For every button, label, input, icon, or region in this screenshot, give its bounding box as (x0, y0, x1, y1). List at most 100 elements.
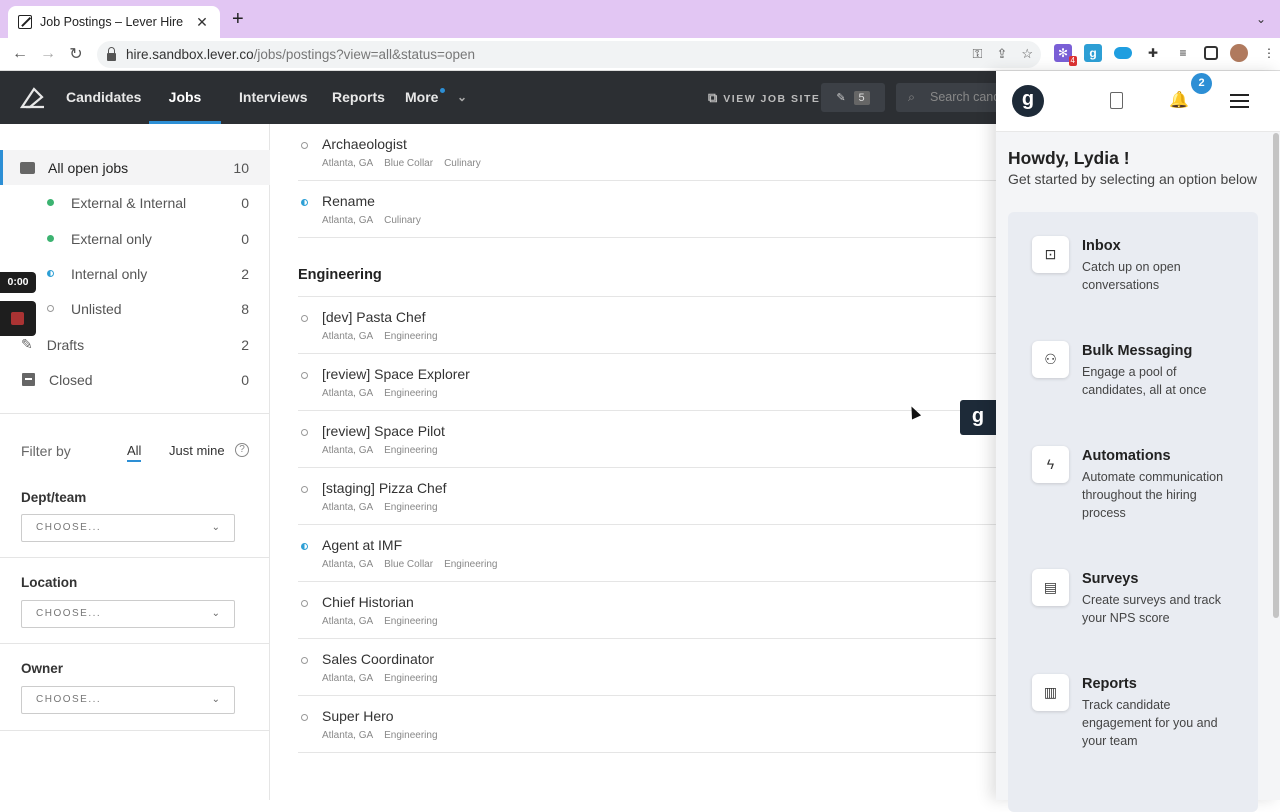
greeting-title: Howdy, Lydia ! (1008, 148, 1130, 168)
status-dot (47, 270, 54, 277)
job-title[interactable]: Archaeologist (322, 136, 407, 152)
sidebar-item-label: Internal only (71, 265, 148, 282)
clipboard-icon[interactable] (1110, 92, 1123, 109)
tab-search-chevron-icon[interactable]: ⌄ (1256, 12, 1266, 26)
job-tag: Atlanta, GA (322, 445, 374, 456)
job-title[interactable]: Chief Historian (322, 594, 414, 610)
filter-just-mine-tab[interactable]: Just mine (169, 443, 225, 458)
job-title[interactable]: Sales Coordinator (322, 651, 434, 667)
job-title[interactable]: Super Hero (322, 708, 394, 724)
option-card-inbox[interactable]: ⊡ Inbox Catch up on open conversations (1032, 236, 1252, 316)
job-title[interactable]: Agent at IMF (322, 537, 402, 553)
job-tag: Engineering (384, 502, 438, 513)
salesforce-icon[interactable] (1114, 47, 1132, 59)
sidebar-item-drafts[interactable]: ✎ Drafts 2 (0, 327, 270, 362)
hamburger-menu-icon[interactable] (1230, 94, 1249, 108)
job-tags: Atlanta, GA Engineering (322, 616, 438, 627)
select-value: CHOOSE... (36, 522, 102, 533)
bell-icon[interactable]: 🔔 (1169, 90, 1189, 110)
dept-team-select[interactable]: CHOOSE... ⌄ (21, 514, 235, 542)
drafts-button[interactable]: ✎ 5 (821, 83, 885, 112)
nav-interviews[interactable]: Interviews (239, 71, 307, 124)
option-card-reports[interactable]: ▥ Reports Track candidate engagement for… (1032, 674, 1252, 764)
sidebar-item-all-open-jobs[interactable]: All open jobs 10 (0, 150, 270, 185)
browser-tab-strip: Job Postings – Lever Hire ✕ + ⌄ (0, 0, 1280, 38)
group-heading: Engineering (298, 267, 382, 283)
g-logo-icon[interactable]: g (1012, 85, 1044, 117)
job-posting-row[interactable]: [review] Space Pilot Atlanta, GA Engineer… (298, 411, 996, 468)
nav-more[interactable]: More (405, 71, 438, 124)
share-icon[interactable]: ⇪ (996, 46, 1007, 62)
nav-candidates[interactable]: Candidates (66, 71, 141, 124)
job-title[interactable]: Rename (322, 193, 375, 209)
option-card-surveys[interactable]: ▤ Surveys Create surveys and track your … (1032, 569, 1252, 649)
job-tag: Blue Collar (384, 559, 434, 570)
option-card-automations[interactable]: ϟ Automations Automate communication thr… (1032, 446, 1252, 536)
sidebar-item-closed[interactable]: Closed 0 (0, 362, 270, 397)
browser-menu-icon[interactable]: ⋮ (1260, 44, 1278, 62)
browser-tab[interactable]: Job Postings – Lever Hire ✕ (8, 6, 220, 38)
job-title[interactable]: [review] Space Pilot (322, 423, 445, 439)
more-chevron-icon[interactable]: ⌄ (457, 71, 467, 124)
pencil-icon: ✎ (836, 92, 846, 104)
side-panel-icon[interactable] (1204, 46, 1218, 60)
location-select[interactable]: CHOOSE... ⌄ (21, 600, 235, 628)
internal-status-icon (301, 543, 308, 550)
job-posting-row[interactable]: [dev] Pasta Chef Atlanta, GA Engineering (298, 297, 996, 354)
option-description: Catch up on open conversations (1082, 260, 1181, 292)
address-bar[interactable]: hire.sandbox.lever.co/jobs/postings?view… (97, 41, 1041, 68)
job-posting-row[interactable]: Archaeologist Atlanta, GA Blue Collar Cu… (298, 124, 996, 181)
unlisted-status-icon (301, 486, 308, 493)
puzzle-icon[interactable]: ✚ (1144, 44, 1162, 62)
extension-icon[interactable]: ✻ 4 (1054, 44, 1077, 66)
sidebar-item-internal-only[interactable]: Internal only 2 (0, 256, 270, 291)
job-postings-list: Archaeologist Atlanta, GA Blue Collar Cu… (271, 124, 996, 800)
job-title[interactable]: [staging] Pizza Chef (322, 480, 447, 496)
job-posting-row[interactable]: Rename Atlanta, GA Culinary (298, 181, 996, 238)
option-card-bulk-messaging[interactable]: ⚇ Bulk Messaging Engage a pool of candid… (1032, 341, 1252, 421)
close-tab-icon[interactable]: ✕ (194, 14, 210, 31)
filter-by-label: Filter by (21, 443, 71, 459)
g-extension-icon[interactable]: g (1084, 44, 1102, 62)
reading-list-icon[interactable]: ≡ (1174, 44, 1192, 62)
stop-recording-button[interactable] (0, 301, 36, 336)
job-tags: Atlanta, GA Blue Collar Culinary (322, 158, 481, 169)
sidebar-item-external-only[interactable]: External only 0 (0, 221, 270, 256)
job-posting-row[interactable]: Chief Historian Atlanta, GA Engineering (298, 582, 996, 639)
help-icon[interactable]: ? (235, 443, 249, 457)
job-title[interactable]: [dev] Pasta Chef (322, 309, 426, 325)
job-posting-row[interactable]: Sales Coordinator Atlanta, GA Engineering (298, 639, 996, 696)
pencil-icon: ✎ (21, 336, 33, 352)
sidebar-item-external-internal[interactable]: External & Internal 0 (0, 185, 270, 220)
job-tag: Atlanta, GA (322, 673, 374, 684)
panel-scrollbar[interactable] (1273, 133, 1279, 618)
job-tags: Atlanta, GA Engineering (322, 445, 438, 456)
nav-jobs[interactable]: Jobs (149, 71, 221, 124)
option-description: Automate communication throughout the hi… (1082, 470, 1224, 520)
view-job-site-link[interactable]: ⧉ VIEW JOB SITE (708, 90, 820, 106)
owner-select[interactable]: CHOOSE... ⌄ (21, 686, 235, 714)
job-posting-row[interactable]: [review] Space Explorer Atlanta, GA Engin… (298, 354, 996, 411)
star-icon[interactable]: ☆ (1021, 46, 1033, 62)
job-tag: Engineering (384, 616, 438, 627)
reload-icon[interactable]: ↻ (62, 44, 90, 64)
job-posting-row[interactable]: Agent at IMF Atlanta, GA Blue Collar Engin… (298, 525, 996, 582)
job-tag: Engineering (384, 673, 438, 684)
job-tag: Engineering (384, 730, 438, 741)
key-icon[interactable]: ⚿ (973, 46, 983, 62)
forward-icon[interactable]: → (34, 45, 62, 63)
g-panel-toggle-button[interactable]: g (960, 400, 996, 435)
profile-avatar[interactable] (1230, 44, 1248, 62)
job-title[interactable]: [review] Space Explorer (322, 366, 470, 382)
filter-all-tab[interactable]: All (127, 443, 142, 462)
sidebar-item-unlisted[interactable]: Unlisted 8 (0, 291, 270, 326)
sidebar-item-count: 2 (241, 265, 249, 282)
nav-reports[interactable]: Reports (332, 71, 385, 124)
job-posting-row[interactable]: Super Hero Atlanta, GA Engineering (298, 696, 996, 753)
job-posting-row[interactable]: [staging] Pizza Chef Atlanta, GA Engineer… (298, 468, 996, 525)
back-icon[interactable]: ← (6, 45, 34, 63)
lever-logo-icon[interactable] (20, 85, 46, 109)
unlisted-status-icon (301, 315, 308, 322)
extensions-bar: ✻ 4 g ✚ ≡ ⋮ (1054, 44, 1278, 66)
new-tab-icon[interactable]: + (232, 9, 244, 29)
